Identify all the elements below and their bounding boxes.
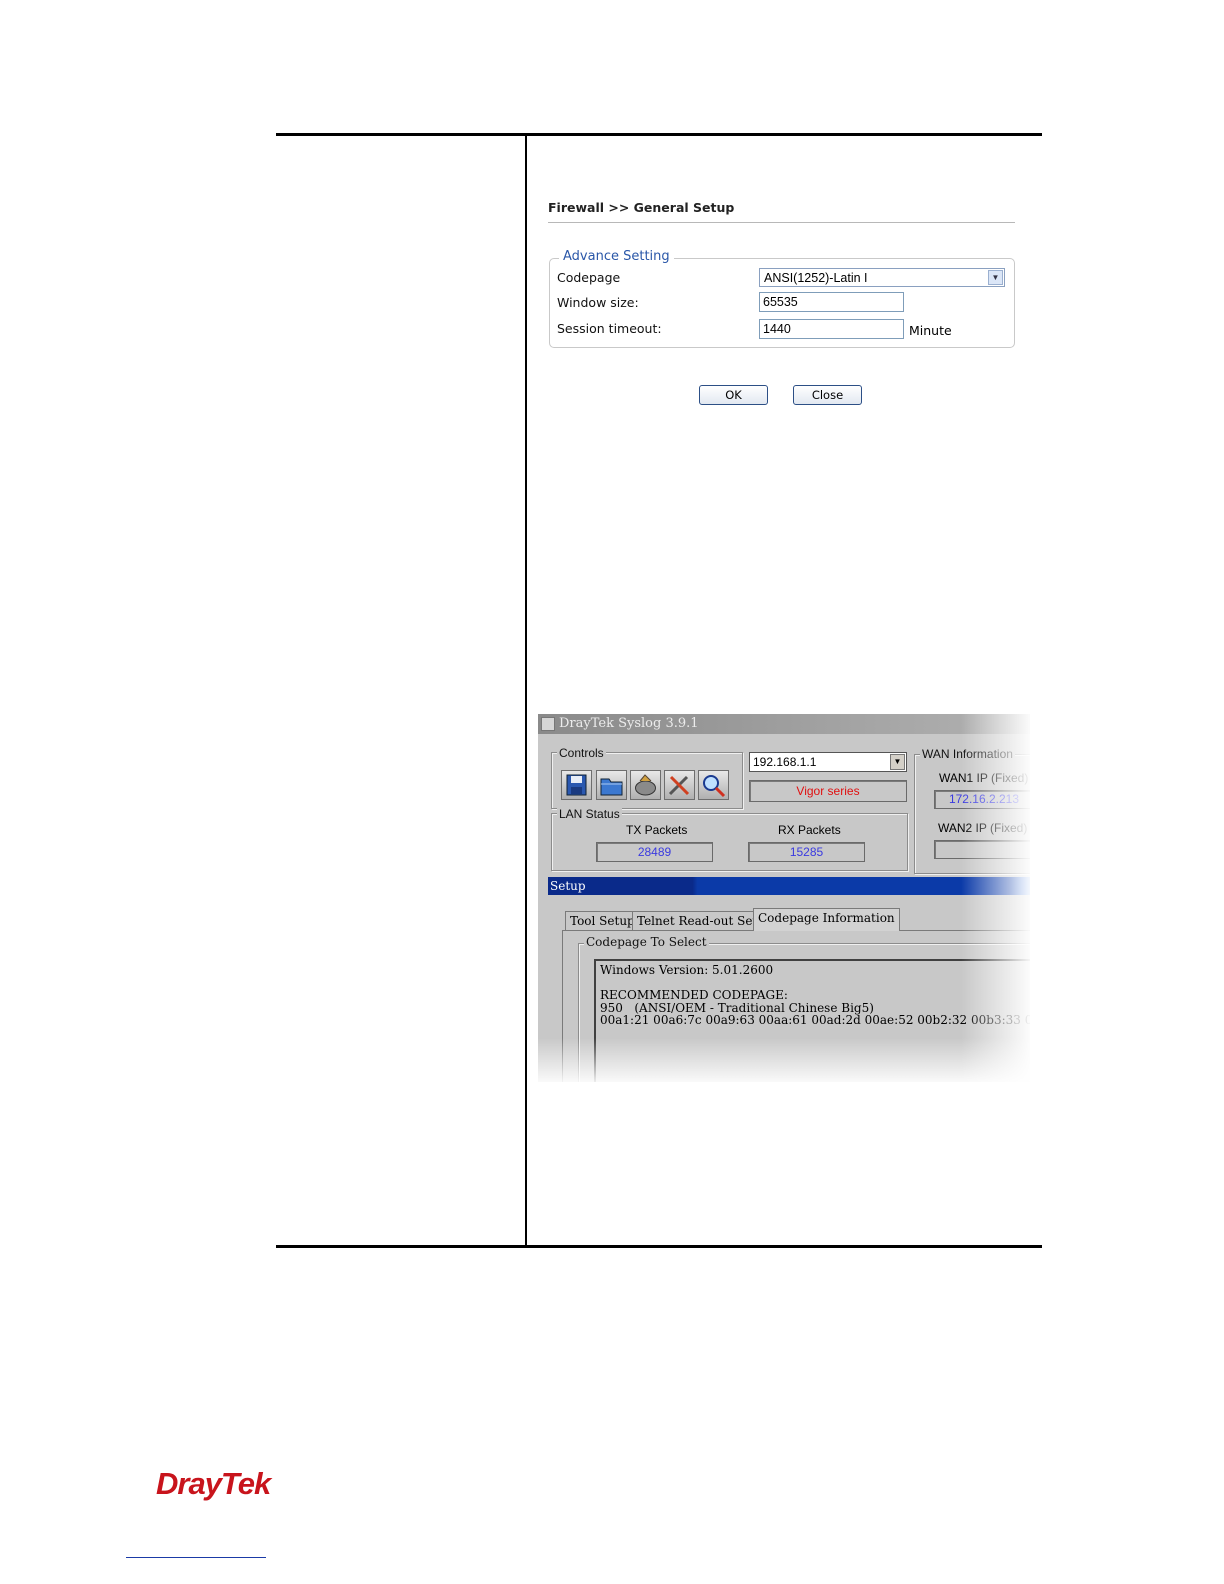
- syslog-titlebar: DrayTek Syslog 3.9.1: [538, 714, 1030, 734]
- wan2-label: WAN2 IP (Fixed): [938, 821, 1028, 835]
- memo-line: 00a1:21 00a6:7c 00a9:63 00aa:61 00ad:2d …: [600, 1013, 1030, 1027]
- ip-address-value: 192.168.1.1: [753, 755, 817, 769]
- draytek-logo: DrayTek: [156, 1466, 271, 1501]
- fieldset-legend: Advance Setting: [559, 249, 674, 264]
- tab-tool-setup[interactable]: Tool Setup: [565, 911, 640, 930]
- ip-address-combo[interactable]: 192.168.1.1 ▼: [749, 752, 907, 772]
- codepage-memo[interactable]: Windows Version: 5.01.2600 RECOMMENDED CO…: [594, 959, 1030, 1082]
- wan1-label: WAN1 IP (Fixed): [939, 771, 1029, 785]
- close-button[interactable]: Close: [793, 385, 862, 405]
- controls-label: Controls: [557, 746, 606, 760]
- codepage-label: Codepage: [557, 270, 621, 285]
- footer-line: [126, 1557, 266, 1558]
- memo-line: Windows Version: 5.01.2600: [600, 963, 774, 977]
- window-size-label: Window size:: [557, 295, 639, 310]
- bottom-rule: [276, 1245, 1042, 1248]
- column-divider: [525, 133, 527, 1248]
- codepage-to-select-label: Codepage To Select: [584, 935, 709, 949]
- wan2-value: [934, 840, 1030, 859]
- title-underline: [548, 222, 1015, 223]
- clear-icon[interactable]: [630, 770, 661, 800]
- tx-packets-value: 28489: [596, 842, 713, 862]
- tab-codepage-information[interactable]: Codepage Information: [753, 908, 900, 931]
- save-icon[interactable]: [561, 770, 592, 800]
- session-timeout-input[interactable]: 1440: [759, 319, 904, 339]
- session-timeout-label: Session timeout:: [557, 321, 662, 336]
- open-folder-icon[interactable]: [596, 770, 627, 800]
- lan-status-label: LAN Status: [557, 807, 622, 821]
- ok-button[interactable]: OK: [699, 385, 768, 405]
- codepage-select-value: ANSI(1252)-Latin I: [764, 271, 868, 285]
- wan1-value: 172.16.2.213: [934, 790, 1030, 809]
- search-icon[interactable]: [698, 770, 729, 800]
- session-timeout-unit: Minute: [909, 323, 952, 338]
- tx-packets-label: TX Packets: [626, 823, 688, 837]
- app-icon: [541, 717, 555, 731]
- device-name-field: Vigor series: [749, 780, 907, 802]
- rx-packets-label: RX Packets: [778, 823, 841, 837]
- memo-line: RECOMMENDED CODEPAGE:: [600, 988, 788, 1002]
- syslog-title: DrayTek Syslog 3.9.1: [559, 716, 699, 731]
- chevron-down-icon[interactable]: ▼: [890, 754, 905, 770]
- codepage-select[interactable]: ANSI(1252)-Latin I ▼: [759, 268, 1005, 287]
- rx-packets-value: 15285: [748, 842, 865, 862]
- tools-icon[interactable]: [664, 770, 695, 800]
- wan-information-label: WAN Information: [920, 747, 1015, 761]
- chevron-down-icon[interactable]: ▼: [988, 270, 1003, 285]
- window-size-input[interactable]: 65535: [759, 292, 904, 312]
- top-rule: [276, 133, 1042, 136]
- page-title: Firewall >> General Setup: [548, 200, 735, 215]
- setup-bar: Setup: [548, 877, 1030, 895]
- syslog-window: DrayTek Syslog 3.9.1 Controls 192.168.1.…: [538, 714, 1030, 1082]
